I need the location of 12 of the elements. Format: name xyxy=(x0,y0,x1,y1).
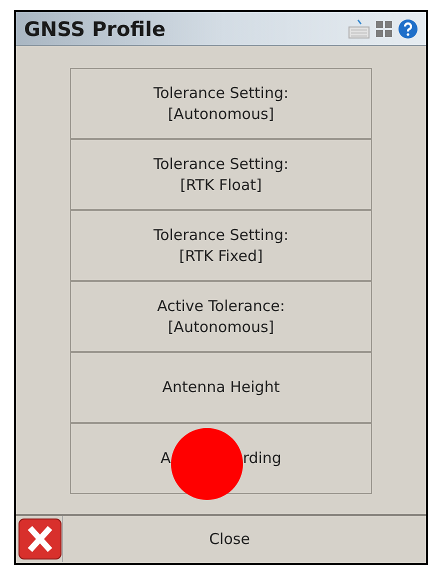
window-title: GNSS Profile xyxy=(24,16,166,42)
menu-button[interactable]: Tolerance Setting: [RTK Fixed] xyxy=(70,210,372,281)
close-icon[interactable] xyxy=(18,518,62,560)
help-icon[interactable] xyxy=(398,18,418,38)
close-button[interactable]: Close xyxy=(62,516,426,562)
menu-button[interactable]: Antenna Height xyxy=(70,352,372,423)
menu-button[interactable]: Tolerance Setting: [Autonomous] xyxy=(70,68,372,139)
button-label: A xyxy=(160,448,171,470)
menu-button[interactable]: Active Tolerance: [Autonomous] xyxy=(70,281,372,352)
grid-icon[interactable] xyxy=(375,20,393,38)
menu-button[interactable]: Tolerance Setting: [RTK Float] xyxy=(70,139,372,210)
button-label: rding xyxy=(242,448,282,470)
